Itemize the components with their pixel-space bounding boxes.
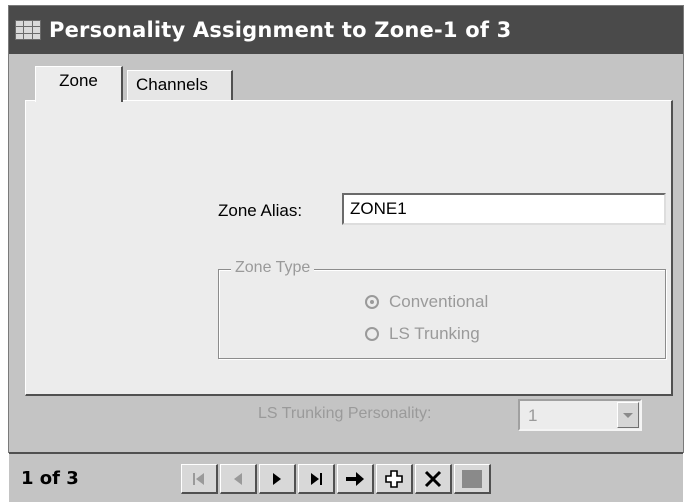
dialog-window: Personality Assignment to Zone-1 of 3 Zo… (8, 5, 684, 502)
radio-conventional-label: Conventional (389, 292, 489, 311)
zone-alias-input[interactable] (342, 193, 666, 225)
add-record-icon (385, 469, 403, 488)
next-record-button[interactable] (259, 464, 296, 494)
previous-record-button (220, 464, 257, 494)
radio-ls-trunking: LS Trunking (365, 324, 480, 344)
next-record-icon (273, 472, 281, 485)
first-record-icon (193, 472, 204, 485)
record-navigator-bar: 1 of 3 (9, 452, 683, 502)
window-title: Personality Assignment to Zone-1 of 3 (49, 18, 512, 42)
record-navigator (181, 464, 491, 494)
zone-alias-label: Zone Alias: (218, 201, 303, 220)
dialog-body: Zone Channels Zone Alias: Zone Type Conv… (9, 54, 683, 502)
zone-tab-panel: Zone Alias: Zone Type Conventional LS Tr… (25, 100, 673, 431)
delete-record-button[interactable] (415, 464, 452, 494)
tab-channels[interactable]: Channels (127, 70, 233, 100)
chevron-down-icon (617, 402, 639, 428)
radio-selected-icon (365, 295, 379, 309)
add-record-button[interactable] (376, 464, 413, 494)
record-count: 1 of 3 (21, 468, 79, 489)
go-to-record-button[interactable] (337, 464, 374, 494)
ls-trunking-personality-label: LS Trunking Personality: (258, 405, 432, 422)
radio-unselected-icon (365, 327, 379, 341)
last-record-icon (311, 472, 322, 485)
first-record-button (181, 464, 218, 494)
title-bar[interactable]: Personality Assignment to Zone-1 of 3 (9, 6, 683, 54)
radio-ls-trunking-label: LS Trunking (389, 324, 480, 343)
save-record-icon (462, 469, 482, 488)
zone-type-legend: Zone Type (231, 259, 315, 277)
ls-trunking-personality-value: 1 (528, 406, 538, 425)
go-to-record-icon (346, 471, 364, 486)
delete-record-icon (424, 470, 442, 487)
save-record-button (454, 464, 491, 494)
app-grid-icon (15, 20, 41, 40)
ls-trunking-personality-select: 1 (518, 399, 642, 431)
last-record-button[interactable] (298, 464, 335, 494)
tab-zone[interactable]: Zone (35, 66, 123, 102)
radio-conventional: Conventional (365, 292, 488, 312)
zone-type-groupbox: Zone Type Conventional LS Trunking (218, 259, 666, 359)
previous-record-icon (234, 472, 242, 485)
